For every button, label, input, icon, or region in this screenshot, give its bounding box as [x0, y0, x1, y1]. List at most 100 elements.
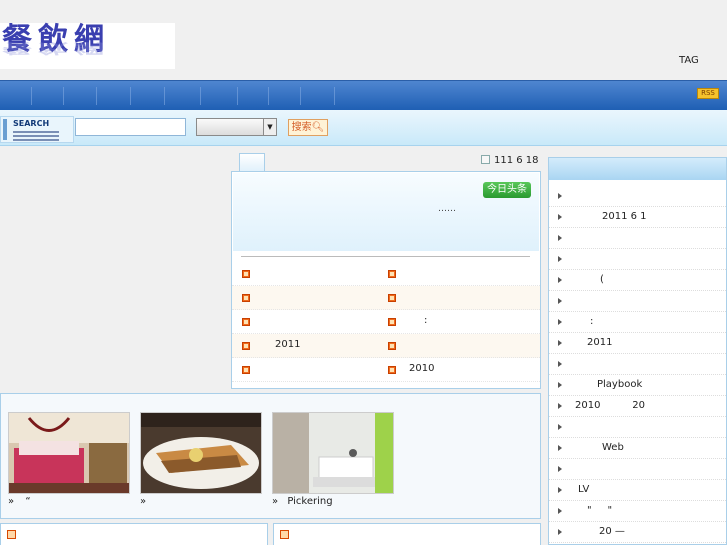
chevron-down-icon[interactable]: ▼	[263, 119, 276, 135]
news-link[interactable]: 2011	[275, 339, 300, 350]
headline-badge: 今日头条	[483, 182, 531, 198]
sidebar-item[interactable]: 20 —	[549, 522, 726, 543]
gallery-caption[interactable]: » “	[8, 496, 31, 507]
nav-divider	[96, 87, 97, 105]
bullet-icon	[388, 366, 396, 374]
nav-divider	[164, 87, 165, 105]
news-link[interactable]: 2010	[409, 363, 434, 374]
news-panel: 今日头条 …… : 2011 2010	[231, 171, 541, 389]
sidebar-item[interactable]: 2011	[549, 333, 726, 354]
sidebar-item-label: :	[590, 316, 594, 327]
caption-prefix: »	[272, 496, 279, 507]
sidebar-item[interactable]	[549, 249, 726, 270]
sidebar-item[interactable]	[549, 354, 726, 375]
caption-text: “	[25, 496, 31, 507]
sidebar-item[interactable]: 2011 6 1	[549, 207, 726, 228]
bullet-icon	[242, 270, 250, 278]
sidebar-item-label: Playbook	[597, 379, 643, 390]
arrow-right-icon	[558, 340, 562, 346]
sidebar-item[interactable]: (	[549, 270, 726, 291]
nav-divider	[63, 87, 64, 105]
news-row	[232, 262, 540, 286]
search-label-accent	[3, 119, 7, 140]
search-button[interactable]: 搜索🔍︎	[288, 119, 328, 136]
sidebar-item[interactable]	[549, 186, 726, 207]
sidebar-item[interactable]	[549, 417, 726, 438]
sidebar-item[interactable]: 2010 20	[549, 396, 726, 417]
bottom-panel-left	[0, 523, 268, 545]
news-divider	[241, 256, 530, 257]
arrow-right-icon	[558, 424, 562, 430]
sidebar-item-label: 20 —	[599, 526, 625, 537]
sidebar-item-label: (	[600, 274, 604, 285]
sidebar-item[interactable]	[549, 291, 726, 312]
sidebar-item[interactable]	[549, 228, 726, 249]
arrow-right-icon	[558, 298, 562, 304]
nav-divider	[31, 87, 32, 105]
sidebar-item[interactable]	[549, 459, 726, 480]
bullet-icon	[242, 366, 250, 374]
caption-prefix: »	[8, 496, 15, 507]
arrow-right-icon	[558, 214, 562, 220]
arrow-right-icon	[558, 382, 562, 388]
sidebar-list: 2011 6 1 ( : 2011 Playbook 2010 20 Web L…	[548, 157, 727, 545]
logo-reflection: 餐飲網	[2, 39, 110, 56]
tab-news[interactable]	[239, 153, 265, 172]
arrow-right-icon	[558, 529, 562, 535]
nav-divider	[268, 87, 269, 105]
tag-link[interactable]: TAG	[679, 55, 699, 66]
gallery-photo-dish[interactable]	[140, 412, 262, 494]
date-text: 111 6 18	[494, 155, 539, 166]
nav-divider	[237, 87, 238, 105]
gallery-caption[interactable]: » Pickering	[272, 496, 333, 507]
search-label-block: SEARCH	[0, 116, 74, 143]
search-button-label: 搜索	[291, 122, 312, 133]
sidebar-item[interactable]: :	[549, 312, 726, 333]
headline-summary[interactable]: ……	[438, 204, 456, 214]
news-row: 2011	[232, 334, 540, 358]
news-row	[232, 286, 540, 310]
sidebar-item-label: 2010 20	[575, 400, 645, 411]
news-link[interactable]: :	[424, 315, 427, 326]
arrow-right-icon	[558, 445, 562, 451]
bullet-icon	[388, 342, 396, 350]
search-label-line	[13, 139, 59, 141]
arrow-right-icon	[558, 256, 562, 262]
site-logo[interactable]: 餐飲網 餐飲網	[0, 23, 175, 69]
sidebar-item[interactable]: Web	[549, 438, 726, 459]
search-input[interactable]	[75, 118, 186, 136]
bullet-icon	[242, 342, 250, 350]
sidebar-header	[549, 158, 726, 180]
caption-text: Pickering	[287, 496, 333, 507]
bullet-icon	[242, 294, 250, 302]
arrow-right-icon	[558, 361, 562, 367]
arrow-right-icon	[558, 193, 562, 199]
arrow-right-icon	[558, 319, 562, 325]
nav-divider	[300, 87, 301, 105]
nav-divider	[334, 87, 335, 105]
sidebar-item-label: LV	[578, 484, 590, 495]
arrow-right-icon	[558, 466, 562, 472]
arrow-right-icon	[558, 508, 562, 514]
sidebar-item[interactable]: LV	[549, 480, 726, 501]
search-label-line	[13, 135, 59, 137]
date-display: 111 6 18	[481, 155, 539, 166]
rss-button[interactable]: RSS	[697, 88, 719, 99]
search-category-select[interactable]: ▼	[196, 118, 277, 136]
calendar-icon	[481, 155, 490, 164]
arrow-right-icon	[558, 487, 562, 493]
sidebar-item-label: " "	[587, 505, 613, 516]
nav-divider	[200, 87, 201, 105]
gallery-photo-bathtub[interactable]	[272, 412, 394, 494]
news-row: :	[232, 310, 540, 334]
bottom-panel-right	[273, 523, 541, 545]
bullet-icon	[388, 318, 396, 326]
search-icon: 🔍︎	[311, 122, 325, 133]
gallery-photo-bedroom[interactable]	[8, 412, 130, 494]
search-label: SEARCH	[13, 119, 50, 128]
sidebar-item[interactable]: Playbook	[549, 375, 726, 396]
gallery-caption[interactable]: »	[140, 496, 146, 507]
main-nav	[0, 80, 727, 110]
sidebar-item[interactable]: " "	[549, 501, 726, 522]
arrow-right-icon	[558, 403, 562, 409]
